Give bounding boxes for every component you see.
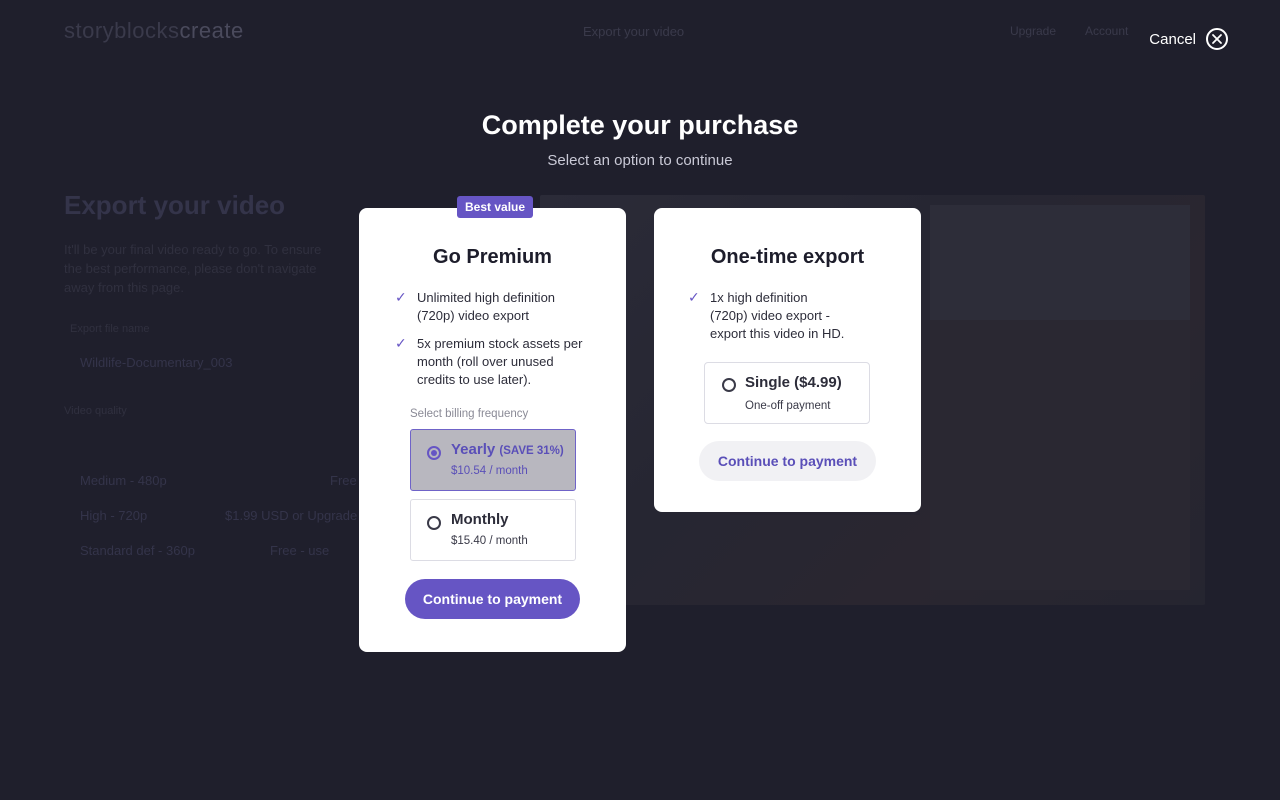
billing-option-monthly[interactable]: Monthly $15.40 / month — [410, 499, 576, 561]
page-title: Export your video — [64, 190, 286, 220]
modal-subheading: Select an option to continue — [547, 152, 733, 169]
file-name-value: Wildlife-Documentary_003 — [80, 355, 233, 370]
premium-continue-button[interactable]: Continue to payment — [405, 579, 580, 619]
quality-label: Video quality — [64, 405, 127, 417]
option-price: $15.40 / month — [451, 535, 528, 547]
radio-selected-icon[interactable] — [427, 446, 441, 460]
upgrade-link: Upgrade — [1010, 24, 1057, 38]
file-name-label: Export file name — [70, 323, 150, 335]
feature-item: ✓ 5x premium stock assets per month (rol… — [395, 335, 595, 389]
onetime-title: One-time export — [710, 246, 865, 268]
premium-card: Best value Go Premium ✓ Unlimited high d… — [359, 196, 626, 652]
feature-item: ✓ Unlimited high definition (720p) video… — [395, 289, 595, 325]
check-icon: ✓ — [688, 289, 700, 305]
quality-row-price: Free — [330, 473, 357, 488]
feature-text: 5x premium stock assets per month (roll … — [417, 336, 583, 387]
feature-text: 1x high definition (720p) video export -… — [710, 290, 845, 341]
header-title: Export your video — [583, 24, 685, 39]
payment-option-single[interactable]: Single ($4.99) One-off payment — [704, 362, 870, 424]
quality-row-name: High - 720p — [80, 508, 148, 523]
onetime-continue-button[interactable]: Continue to payment — [699, 441, 876, 481]
feature-text: Unlimited high definition (720p) video e… — [417, 290, 556, 323]
logo-text-a: storyblocks — [64, 18, 180, 43]
check-icon: ✓ — [395, 289, 407, 305]
quality-row-name: Standard def - 360p — [80, 543, 195, 558]
save-tag: (SAVE 31%) — [499, 445, 564, 457]
radio-unselected-icon[interactable] — [427, 516, 441, 530]
account-link: Account — [1085, 24, 1129, 38]
billing-frequency-label: Select billing frequency — [410, 408, 529, 420]
modal-heading: Complete your purchase — [481, 110, 799, 140]
page-description: It'll be your final video ready to go. T… — [64, 242, 322, 295]
billing-option-yearly[interactable]: Yearly (SAVE 31%) $10.54 / month — [410, 429, 576, 491]
option-name: Yearly (SAVE 31%) — [451, 441, 564, 458]
video-panel — [930, 205, 1190, 325]
close-icon[interactable] — [1206, 28, 1228, 50]
option-price: One-off payment — [745, 400, 831, 412]
premium-title: Go Premium — [433, 246, 552, 268]
feature-item: ✓ 1x high definition (720p) video export… — [688, 289, 848, 343]
best-value-badge: Best value — [457, 196, 534, 218]
radio-unselected-icon[interactable] — [722, 378, 736, 392]
logo-text-b: create — [179, 18, 244, 43]
cancel-button[interactable]: Cancel — [1149, 28, 1228, 50]
check-icon: ✓ — [395, 335, 407, 351]
quality-row-price: $1.99 USD or Upgrade — [225, 508, 358, 523]
option-price: $10.54 / month — [451, 465, 528, 477]
cancel-label: Cancel — [1149, 30, 1196, 48]
quality-row-name: Medium - 480p — [80, 473, 167, 488]
video-panel — [930, 320, 1190, 590]
option-name: Single ($4.99) — [745, 374, 842, 391]
option-name: Monthly — [451, 511, 509, 528]
onetime-card: One-time export ✓ 1x high definition (72… — [654, 208, 921, 512]
quality-row-price: Free - use — [270, 543, 330, 558]
app-logo: storyblockscreate — [64, 18, 244, 44]
option-name-text: Yearly — [451, 441, 496, 458]
